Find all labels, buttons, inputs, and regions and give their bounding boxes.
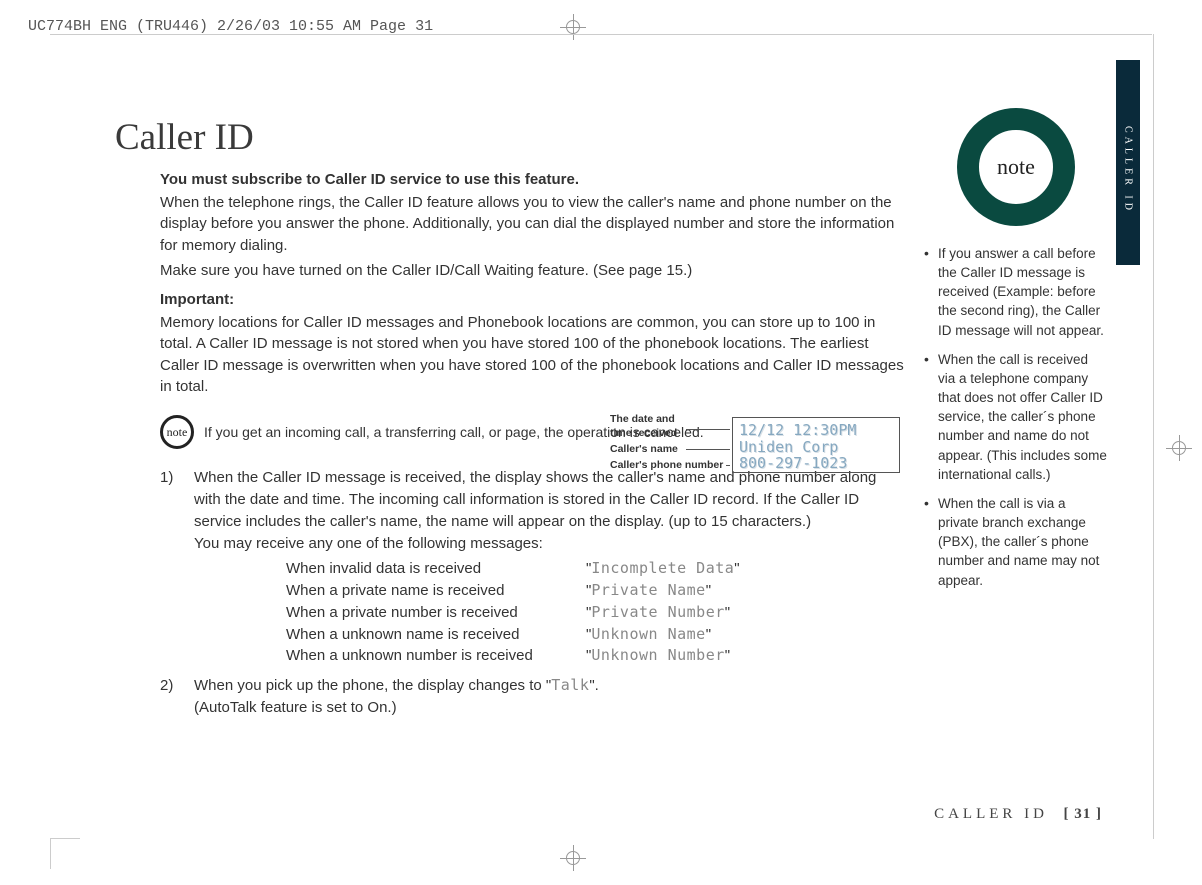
important-body: Memory locations for Caller ID messages … bbox=[160, 312, 905, 397]
callout-label: Caller's name bbox=[610, 443, 678, 457]
callout-line-icon bbox=[686, 429, 730, 430]
callout-label: time received bbox=[610, 427, 677, 441]
lcd-callout: The date and time received Caller's name… bbox=[610, 413, 900, 485]
msg-desc: When a unknown name is received bbox=[286, 624, 586, 646]
sidebar-notes: note If you answer a call before the Cal… bbox=[924, 108, 1108, 600]
msg-desc: When a private name is received bbox=[286, 580, 586, 602]
msg-desc: When a unknown number is received bbox=[286, 645, 586, 667]
callout-line-icon bbox=[726, 465, 730, 466]
msg-value: "Unknown Number" bbox=[586, 645, 730, 667]
lcd-display: 12/12 12:30PM Uniden Corp 800-297-1023 bbox=[732, 417, 900, 473]
page-title: Caller ID bbox=[115, 116, 905, 159]
table-row: When invalid data is received "Incomplet… bbox=[286, 558, 905, 580]
lcd-line: 800-297-1023 bbox=[739, 455, 893, 472]
important-label: Important: bbox=[160, 291, 905, 308]
callout-label: The date and bbox=[610, 413, 677, 427]
note-badge-icon: note bbox=[160, 415, 194, 449]
step-2: 2) When you pick up the phone, the displ… bbox=[160, 675, 905, 719]
page-footer: CALLER ID [ 31 ] bbox=[934, 806, 1102, 823]
step-2-text-c: (AutoTalk feature is set to On.) bbox=[194, 699, 397, 716]
lcd-line: Uniden Corp bbox=[739, 439, 893, 456]
crop-corner bbox=[50, 838, 80, 839]
msg-value: "Private Number" bbox=[586, 602, 730, 624]
section-tab: CALLER ID bbox=[1116, 60, 1140, 265]
step-1-text-b: You may receive any one of the following… bbox=[194, 535, 543, 552]
side-note-item: When the call is via a private branch ex… bbox=[924, 494, 1108, 590]
crop-line bbox=[50, 34, 1152, 35]
table-row: When a unknown number is received "Unkno… bbox=[286, 645, 905, 667]
msg-desc: When a private number is received bbox=[286, 602, 586, 624]
intro-para-b: Make sure you have turned on the Caller … bbox=[160, 260, 905, 281]
side-note-item: When the call is received via a telephon… bbox=[924, 350, 1108, 484]
msg-desc: When invalid data is received bbox=[286, 558, 586, 580]
crop-mark-bottom bbox=[560, 845, 586, 871]
intro-bold: You must subscribe to Caller ID service … bbox=[160, 171, 905, 188]
table-row: When a unknown name is received "Unknown… bbox=[286, 624, 905, 646]
msg-value: "Incomplete Data" bbox=[586, 558, 740, 580]
step-2-text-a: When you pick up the phone, the display … bbox=[194, 677, 551, 694]
crop-mark-right bbox=[1166, 435, 1192, 461]
intro-para: When the telephone rings, the Caller ID … bbox=[160, 192, 905, 256]
side-note-item: If you answer a call before the Caller I… bbox=[924, 244, 1108, 340]
table-row: When a private number is received "Priva… bbox=[286, 602, 905, 624]
step-number: 2) bbox=[160, 675, 180, 719]
msg-value: "Private Name" bbox=[586, 580, 711, 602]
callout-label: Caller's phone number bbox=[610, 459, 723, 473]
msg-value: "Unknown Name" bbox=[586, 624, 711, 646]
note-badge-icon: note bbox=[979, 130, 1053, 204]
crop-mark-top bbox=[560, 14, 586, 40]
step-number: 1) bbox=[160, 467, 180, 667]
footer-page-number: [ 31 ] bbox=[1064, 806, 1103, 822]
callout-line-icon bbox=[686, 449, 730, 450]
message-table: When invalid data is received "Incomplet… bbox=[286, 558, 905, 667]
lcd-line: 12/12 12:30PM bbox=[739, 422, 893, 439]
crop-corner-v bbox=[50, 839, 51, 869]
table-row: When a private name is received "Private… bbox=[286, 580, 905, 602]
print-header: UC774BH ENG (TRU446) 2/26/03 10:55 AM Pa… bbox=[28, 18, 433, 35]
footer-section: CALLER ID bbox=[934, 806, 1048, 822]
step-2-talk: Talk bbox=[551, 676, 589, 694]
step-1: 1) When the Caller ID message is receive… bbox=[160, 467, 905, 667]
crop-line-right bbox=[1153, 34, 1154, 839]
note-badge-large: note bbox=[957, 108, 1075, 226]
step-2-text-b: ". bbox=[589, 677, 599, 694]
